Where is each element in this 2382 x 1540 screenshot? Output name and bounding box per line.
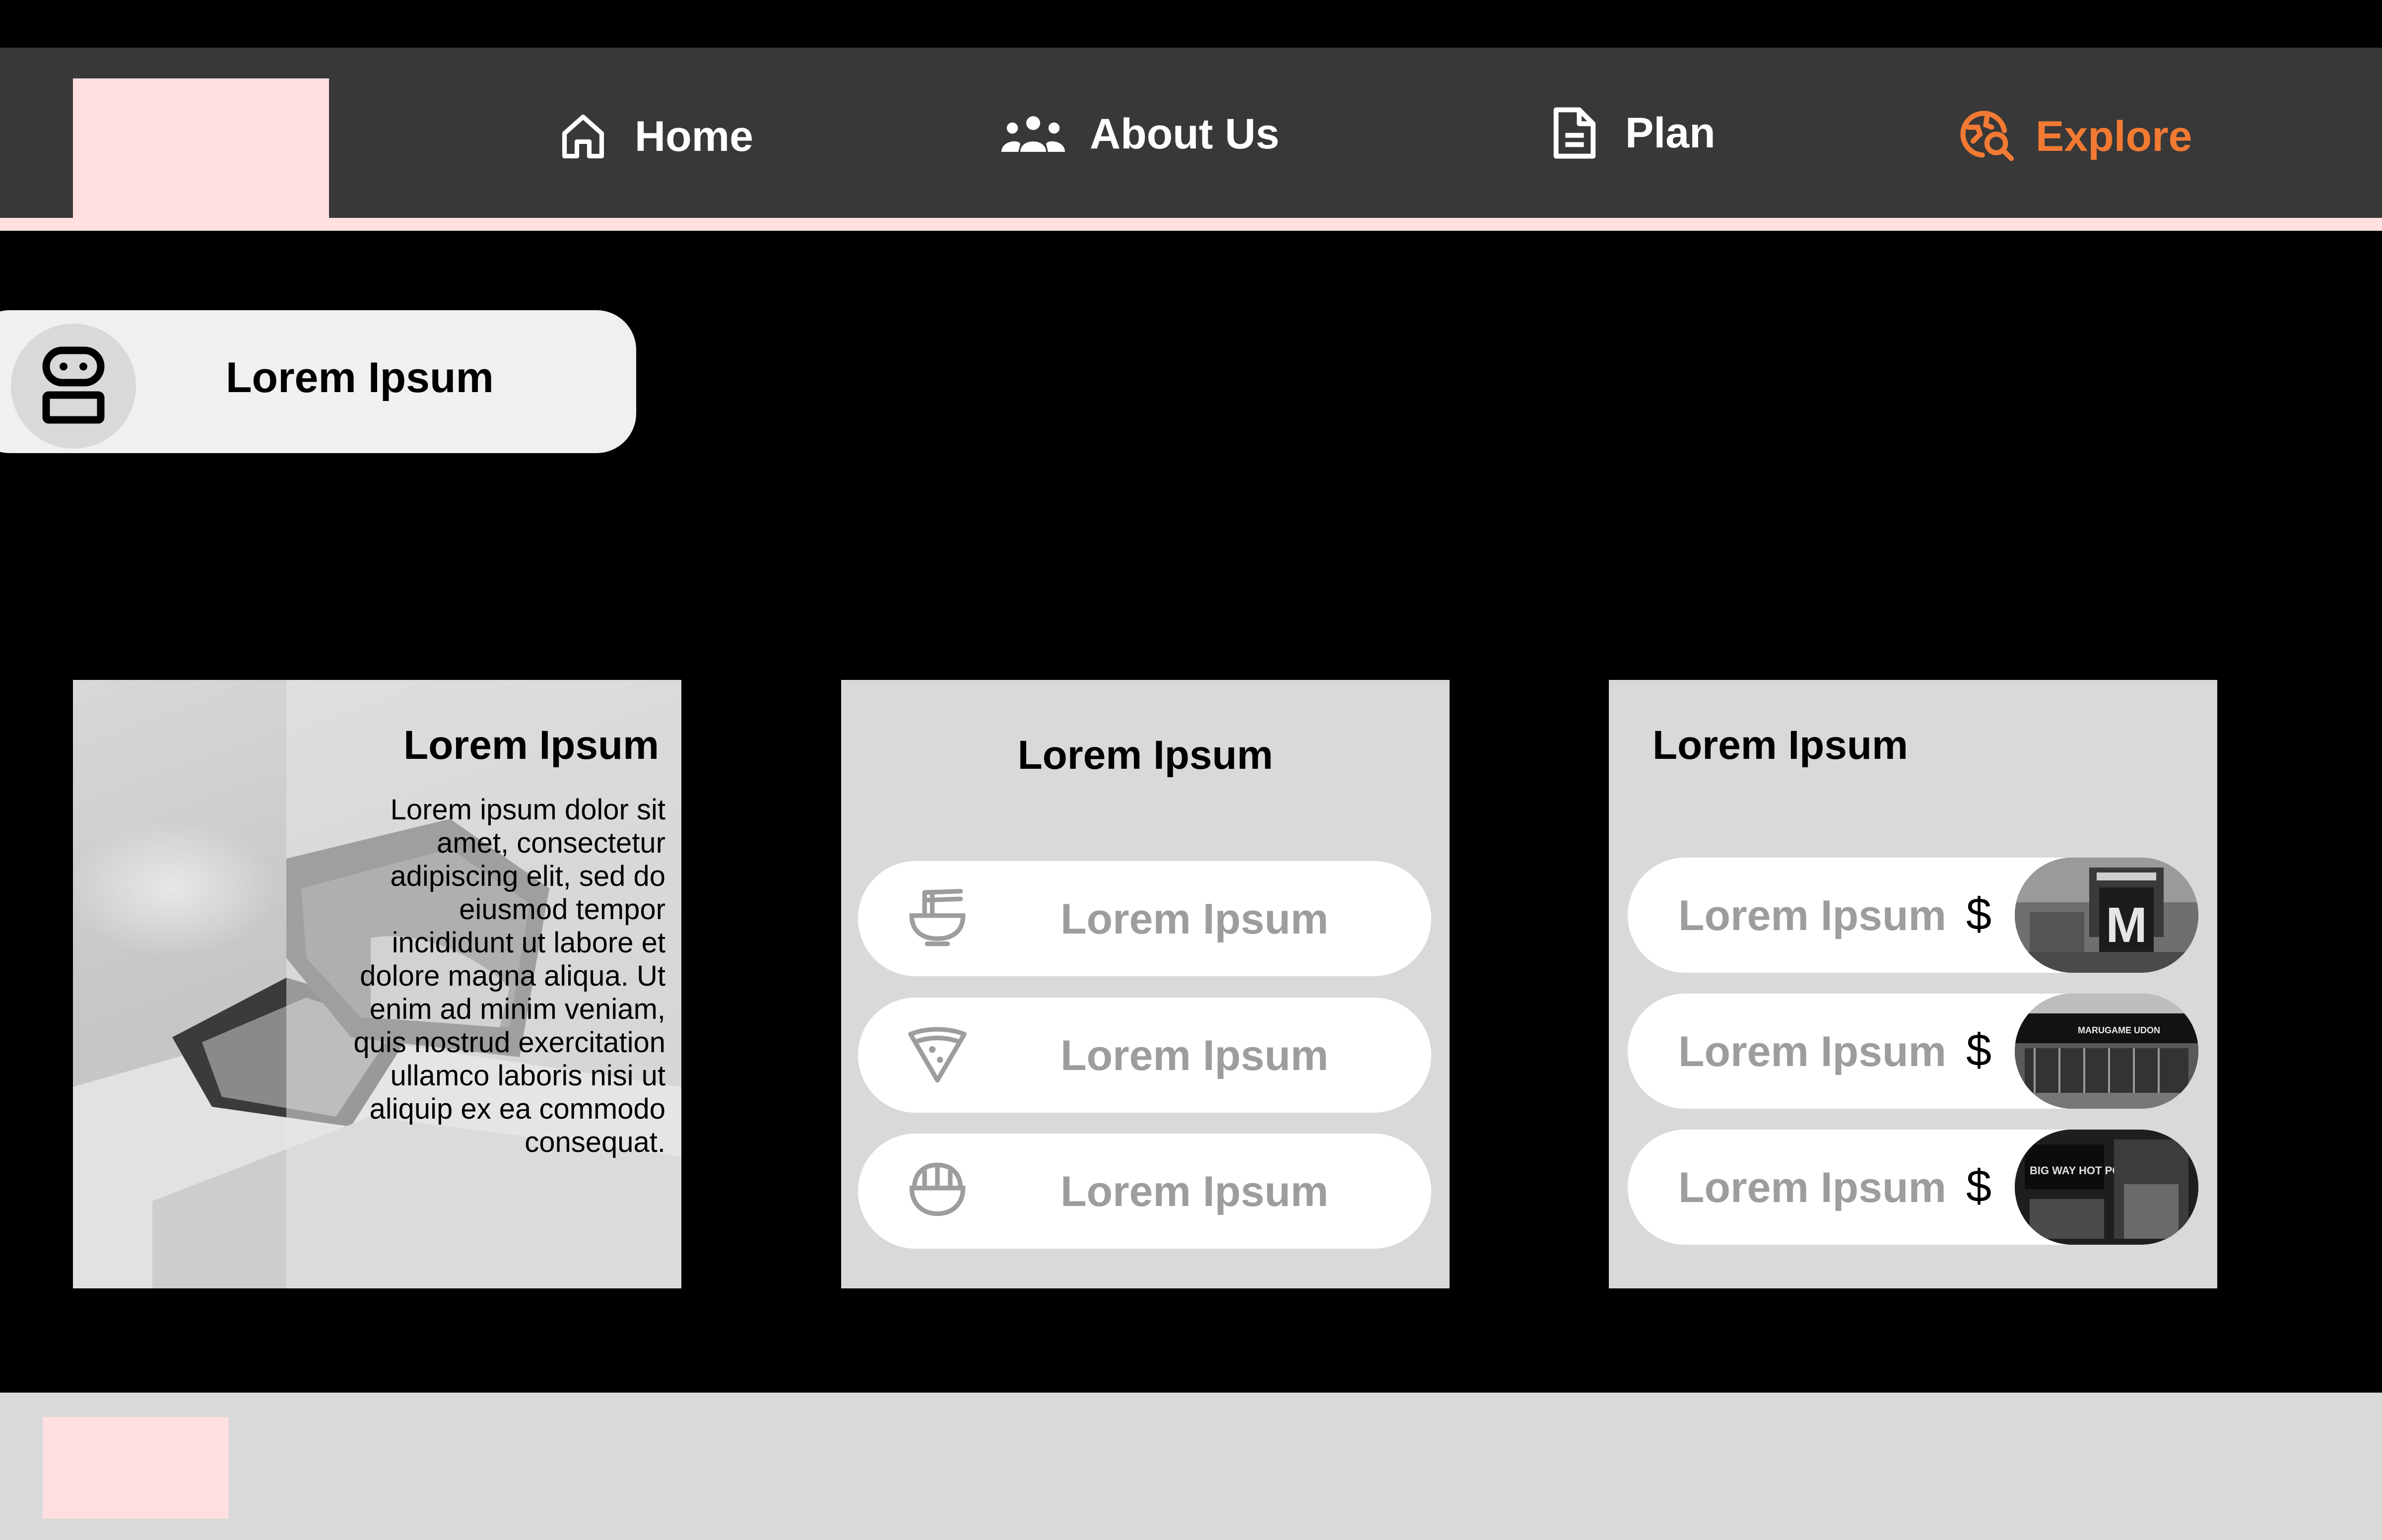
noodle-bowl-icon bbox=[905, 886, 970, 950]
logo-placeholder[interactable] bbox=[73, 78, 329, 219]
price-level: $ bbox=[1966, 889, 1992, 939]
navbar-underline bbox=[0, 218, 2382, 231]
restaurant-sign: M bbox=[2106, 897, 2147, 953]
restaurant-item[interactable]: Lorem Ipsum $ MARUGAME UDON bbox=[1628, 994, 2198, 1109]
restaurant-name: Lorem Ipsum bbox=[1678, 1028, 1946, 1075]
cuisine-option-label: Lorem Ipsum bbox=[1060, 1032, 1328, 1079]
rice-bowl-icon bbox=[905, 1158, 970, 1223]
cuisine-option-label: Lorem Ipsum bbox=[1060, 1168, 1328, 1215]
restaurant-item[interactable]: Lorem Ipsum $ M bbox=[1628, 858, 2198, 973]
restaurant-sign: BIG WAY HOT POT bbox=[2030, 1164, 2127, 1177]
nav-item-explore[interactable]: Explore bbox=[1958, 104, 2192, 169]
footer bbox=[0, 1393, 2382, 1540]
cuisine-option-label: Lorem Ipsum bbox=[1060, 895, 1328, 943]
cuisine-option-noodles[interactable]: Lorem Ipsum bbox=[858, 861, 1431, 976]
footer-logo-placeholder[interactable] bbox=[43, 1417, 229, 1519]
nav-item-home[interactable]: Home bbox=[558, 104, 753, 169]
document-icon bbox=[1551, 105, 1598, 161]
robot-avatar[interactable] bbox=[11, 324, 136, 449]
cuisine-option-pizza[interactable]: Lorem Ipsum bbox=[858, 998, 1431, 1113]
mcdonalds-storefront-photo: M bbox=[2015, 858, 2198, 973]
pizza-slice-icon bbox=[905, 1022, 970, 1087]
explore-search-icon bbox=[1958, 109, 2016, 164]
nav-label-home: Home bbox=[635, 112, 753, 160]
nav-label-explore: Explore bbox=[2036, 112, 2192, 160]
big-way-hot-pot-storefront-photo: BIG WAY HOT POT bbox=[2015, 1130, 2198, 1245]
restaurant-name: Lorem Ipsum bbox=[1678, 892, 1946, 939]
card3-title: Lorem Ipsum bbox=[1653, 723, 1908, 768]
users-icon bbox=[1000, 114, 1066, 154]
nav-label-plan: Plan bbox=[1625, 109, 1716, 157]
marugame-udon-storefront-photo: MARUGAME UDON bbox=[2015, 994, 2198, 1109]
cuisine-card: Lorem Ipsum Lorem Ipsum Lorem Ipsum Lore… bbox=[841, 680, 1450, 1288]
info-card: Lorem Ipsum Lorem ipsum dolor sit amet, … bbox=[73, 680, 681, 1288]
chatbot-label: Lorem Ipsum bbox=[226, 354, 494, 402]
card1-body: Lorem ipsum dolor sit amet, consectetur … bbox=[353, 794, 665, 1158]
nav-label-about-us: About Us bbox=[1090, 110, 1280, 158]
cuisine-option-rice-bowl[interactable]: Lorem Ipsum bbox=[858, 1134, 1431, 1249]
restaurant-name: Lorem Ipsum bbox=[1678, 1164, 1946, 1211]
nav-item-plan[interactable]: Plan bbox=[1551, 101, 1716, 165]
restaurant-sign: MARUGAME UDON bbox=[2078, 1025, 2160, 1035]
price-level: $ bbox=[1966, 1025, 1992, 1075]
card1-title: Lorem Ipsum bbox=[403, 723, 659, 768]
nav-item-about-us[interactable]: About Us bbox=[1000, 102, 1279, 166]
card2-title: Lorem Ipsum bbox=[1017, 733, 1273, 778]
robot-icon bbox=[36, 345, 111, 427]
price-level: $ bbox=[1966, 1161, 1992, 1211]
restaurants-card: Lorem Ipsum Lorem Ipsum $ M Lorem Ipsum … bbox=[1609, 680, 2217, 1288]
restaurant-item[interactable]: Lorem Ipsum $ BIG WAY HOT POT bbox=[1628, 1130, 2198, 1245]
home-icon bbox=[558, 111, 608, 162]
